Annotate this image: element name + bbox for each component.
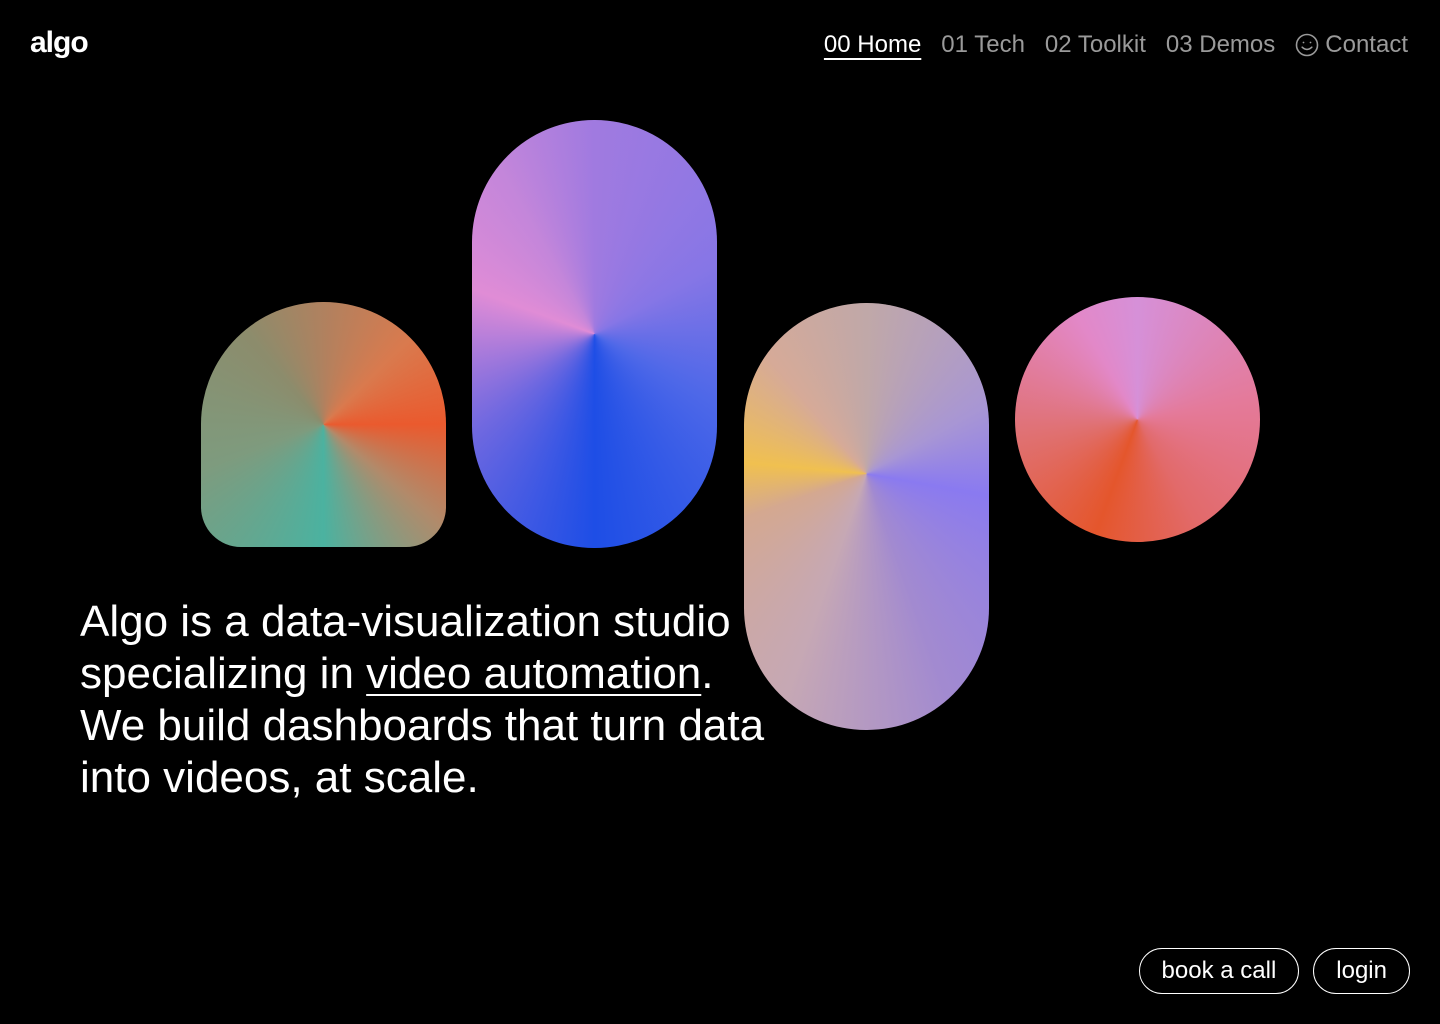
main-nav: 00 Home 01 Tech 02 Toolkit 03 Demos Cont… [824,30,1408,60]
book-a-call-button[interactable]: book a call [1138,948,1300,994]
hero-line-2-prefix: specializing in [80,649,367,698]
nav-demos[interactable]: 03 Demos [1166,30,1275,60]
smiley-icon [1295,33,1319,57]
nav-home[interactable]: 00 Home [824,30,921,60]
nav-tech[interactable]: 01 Tech [941,30,1025,60]
algo-logo[interactable]: algo [30,26,89,60]
gradient-pill-tall-shape [472,120,717,548]
nav-toolkit[interactable]: 02 Toolkit [1045,30,1146,60]
hero-line-1: Algo is a data-visualization studio [80,597,731,646]
hero-line-2-suffix: . [701,649,714,698]
login-button[interactable]: login [1313,948,1410,994]
cta-group: book a call login [1138,948,1410,994]
gradient-circle-shape [1015,297,1260,542]
gradient-arch-shape [201,302,446,547]
video-automation-link[interactable]: video automation [366,649,701,698]
nav-contact-label: Contact [1325,31,1408,58]
page: algo 00 Home 01 Tech 02 Toolkit 03 Demos… [0,0,1440,1024]
hero-statement: Algo is a data-visualization studio spec… [80,596,840,804]
gradient-pill-shape [744,303,989,730]
hero-line-2: specializing in video automation. [80,648,840,700]
hero-line-3: We build dashboards that turn data [80,701,765,750]
hero-line-4: into videos, at scale. [80,753,479,802]
nav-contact[interactable]: Contact [1295,30,1408,60]
